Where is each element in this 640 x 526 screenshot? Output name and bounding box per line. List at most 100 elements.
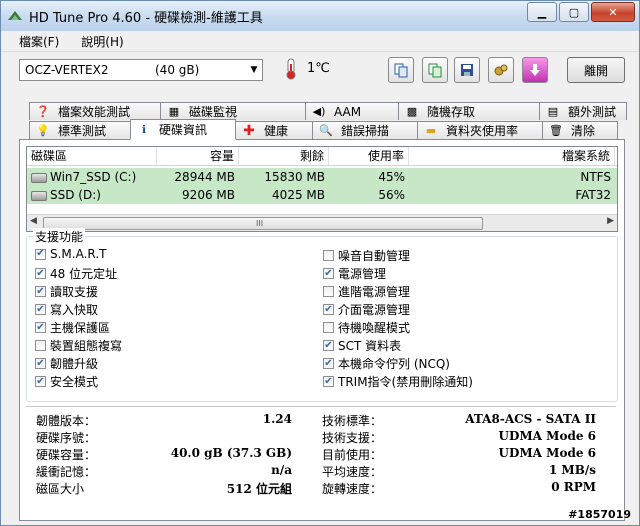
tab-random-access[interactable]: ▩ 隨機存取 [398, 102, 540, 120]
checkmark-icon[interactable]: ✔ [35, 248, 46, 260]
menu-help[interactable]: 說明(H) [81, 33, 123, 50]
checkmark-icon[interactable]: ✔ [323, 268, 334, 279]
app-window: HD Tune Pro 4.60 - 硬碟檢測-維護工具 ▁ ▢ ✕ 檔案(F)… [0, 0, 640, 526]
info-icon: ℹ [141, 123, 147, 136]
health-cross-icon: ✚ [243, 122, 255, 139]
extra-tests-icon: ▤ [547, 105, 559, 118]
thermometer-icon [286, 58, 296, 80]
maximize-icon: ▢ [568, 5, 580, 19]
tab-row-lower: 💡 標準測試 ℹ 硬碟資訊 ✚ 健康 🔍 錯誤掃描 ▬ 資料夾使用率 🗑 清除 [29, 119, 618, 140]
feature-checkbox[interactable]: 噪音自動管理 [323, 247, 410, 264]
tab-folder-usage[interactable]: ▬ 資料夾使用率 [417, 121, 543, 139]
feature-label: 介面電源管理 [338, 303, 411, 317]
horizontal-scrollbar[interactable]: ◀ III ▶ [27, 214, 617, 231]
feature-label: 主機保護區 [50, 321, 111, 335]
feature-checkbox[interactable]: ✔ 電源管理 [323, 265, 386, 282]
partition-row[interactable]: Win7_SSD (C:) 28944 MB 15830 MB 45% NTFS [27, 168, 617, 186]
feature-checkbox[interactable]: ✔ 安全模式 [35, 373, 98, 390]
filesystem-cell: NTFS [580, 170, 611, 184]
exit-button[interactable]: 離開 [567, 57, 625, 83]
feature-checkbox[interactable]: ✔ 讀取支援 [35, 283, 98, 300]
checkmark-icon[interactable]: ✔ [323, 340, 334, 351]
info-label: 韌體版本： [36, 414, 97, 428]
tab-health[interactable]: ✚ 健康 [235, 121, 313, 139]
feature-checkbox[interactable]: ✔ TRIM指令(禁用刪除通知) [323, 373, 473, 390]
tab-label: 錯誤掃描 [341, 124, 390, 138]
tab-aam[interactable]: ◀) AAM [305, 102, 399, 120]
drive-select[interactable]: OCZ-VERTEX2 (40 gB) ▼ [19, 59, 263, 81]
tab-disk-monitor[interactable]: ▦ 磁碟監視 [160, 102, 306, 120]
toolbar: OCZ-VERTEX2 (40 gB) ▼ 1℃ 離開 [1, 52, 639, 92]
temperature-readout: 1℃ [307, 61, 330, 76]
minimize-button[interactable]: ▁ [527, 2, 557, 22]
feature-label: 裝置組態複寫 [50, 339, 123, 353]
tab-benchmark[interactable]: 💡 標準測試 [29, 121, 131, 139]
feature-checkbox[interactable]: ✔ 寫入快取 [35, 301, 98, 318]
col-free[interactable]: 剩餘 [239, 147, 329, 165]
speaker-icon: ◀) [312, 105, 326, 118]
scroll-thumb[interactable]: III [43, 217, 483, 230]
feature-checkbox[interactable]: 進階電源管理 [323, 283, 410, 300]
save-button[interactable] [454, 57, 480, 83]
tab-extra-tests[interactable]: ▤ 額外測試 [539, 102, 627, 120]
copy-all-button[interactable] [422, 57, 448, 83]
partition-list[interactable]: 磁碟區 容量 剩餘 使用率 檔案系統 Win7_SSD (C:) 28944 M… [26, 146, 618, 232]
info-label: 緩衝記憶： [36, 465, 97, 479]
feature-checkbox[interactable]: ✔ SCT 資料表 [323, 337, 401, 354]
partition-row[interactable]: SSD (D:) 9206 MB 4025 MB 56% FAT32 [27, 186, 617, 204]
floppy-save-icon [461, 64, 473, 76]
checkmark-icon[interactable]: ✔ [35, 322, 46, 333]
tab-row-upper: ❓ 檔案效能測試 ▦ 磁碟監視 ◀) AAM ▩ 隨機存取 ▤ 額外測試 [29, 102, 627, 121]
feature-checkbox[interactable]: ✔ 本機命令佇列 (NCQ) [323, 355, 450, 372]
options-button[interactable] [488, 57, 514, 83]
col-volume[interactable]: 磁碟區 [27, 147, 157, 165]
tab-label: 檔案效能測試 [58, 105, 131, 119]
feature-checkbox[interactable]: 裝置組態複寫 [35, 337, 122, 354]
checkbox-empty-icon[interactable] [323, 322, 334, 333]
feature-label: 進階電源管理 [338, 285, 411, 299]
tab-info[interactable]: ℹ 硬碟資訊 [130, 119, 236, 140]
info-value: n/a [271, 463, 292, 477]
checkmark-icon[interactable]: ✔ [323, 358, 334, 369]
scroll-right-icon[interactable]: ▶ [607, 216, 614, 226]
trash-icon: 🗑 [549, 124, 563, 137]
col-capacity[interactable]: 容量 [157, 147, 239, 165]
checkmark-icon[interactable]: ✔ [323, 376, 334, 387]
checkbox-empty-icon[interactable] [323, 250, 334, 261]
window-title: HD Tune Pro 4.60 - 硬碟檢測-維護工具 [29, 10, 263, 26]
checkmark-icon[interactable]: ✔ [323, 304, 334, 315]
tab-erase[interactable]: 🗑 清除 [542, 121, 618, 139]
col-usage[interactable]: 使用率 [329, 147, 409, 165]
feature-checkbox[interactable]: ✔ 韌體升級 [35, 355, 98, 372]
close-icon: ✕ [608, 5, 618, 19]
capacity-cell: 9206 MB [182, 188, 235, 202]
tab-label: 磁碟監視 [189, 105, 238, 119]
checkmark-icon[interactable]: ✔ [35, 268, 46, 279]
checkmark-icon[interactable]: ✔ [35, 376, 46, 387]
checkbox-empty-icon[interactable] [323, 286, 334, 297]
copy-all-icon [428, 63, 442, 78]
checkbox-empty-icon[interactable] [35, 340, 46, 351]
feature-checkbox[interactable]: 待機喚醒模式 [323, 319, 410, 336]
usage-cell: 56% [378, 188, 405, 202]
copy-info-button[interactable] [388, 57, 414, 83]
title-bar[interactable]: HD Tune Pro 4.60 - 硬碟檢測-維護工具 ▁ ▢ ✕ [1, 1, 639, 31]
menu-file[interactable]: 檔案(F) [19, 33, 59, 50]
checkmark-icon[interactable]: ✔ [35, 304, 46, 315]
feature-checkbox[interactable]: ✔ 主機保護區 [35, 319, 110, 336]
scroll-left-icon[interactable]: ◀ [30, 216, 37, 226]
feature-checkbox[interactable]: ✔ S.M.A.R.T [35, 247, 106, 261]
feature-checkbox[interactable]: ✔ 介面電源管理 [323, 301, 410, 318]
tab-file-benchmark[interactable]: ❓ 檔案效能測試 [29, 102, 161, 120]
tab-label: 健康 [264, 124, 289, 138]
download-update-button[interactable] [522, 57, 548, 83]
checkmark-icon[interactable]: ✔ [35, 358, 46, 369]
maximize-button[interactable]: ▢ [559, 2, 589, 22]
feature-checkbox[interactable]: ✔ 48 位元定址 [35, 265, 117, 282]
tab-error-scan[interactable]: 🔍 錯誤掃描 [312, 121, 418, 139]
col-filesystem[interactable]: 檔案系統 [409, 147, 615, 165]
file-benchmark-icon: ❓ [36, 105, 50, 118]
checkmark-icon[interactable]: ✔ [35, 286, 46, 297]
close-button[interactable]: ✕ [591, 2, 635, 22]
magnifier-icon: 🔍 [319, 124, 333, 137]
